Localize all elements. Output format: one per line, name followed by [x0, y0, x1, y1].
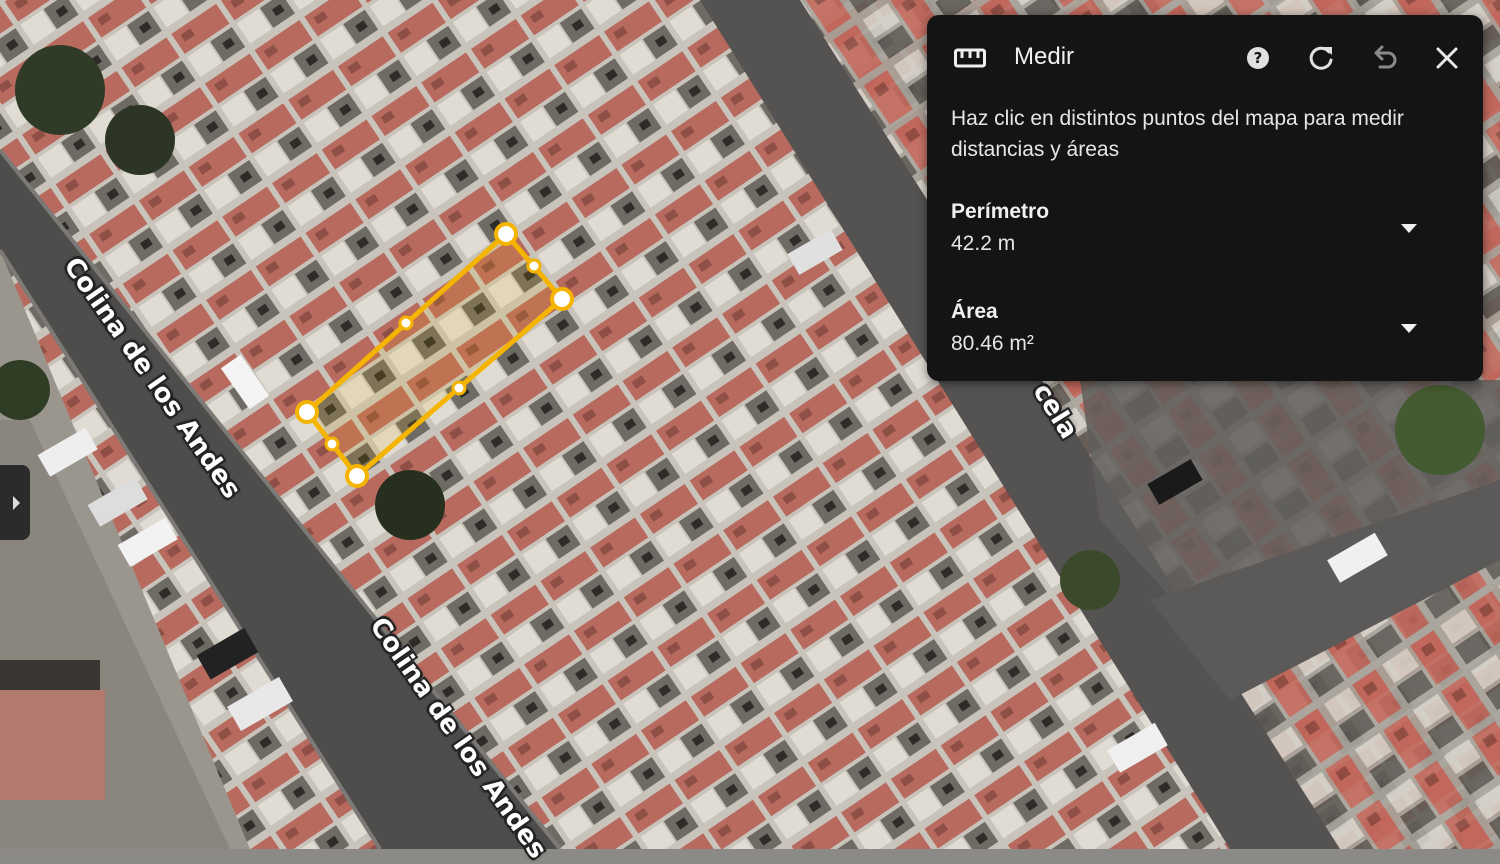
building-roof-shadow: [0, 660, 100, 690]
tree: [375, 470, 445, 540]
vertex-handle[interactable]: [494, 222, 518, 246]
midpoint-handle[interactable]: [526, 258, 542, 274]
close-icon: [1436, 47, 1458, 69]
help-icon: ?: [1247, 47, 1269, 69]
ruler-icon: [954, 48, 986, 68]
instructions-text: Haz clic en distintos puntos del mapa pa…: [951, 107, 1404, 161]
perimeter-section: Perímetro 42.2 m: [951, 200, 1461, 256]
tree: [15, 45, 105, 135]
panel-header: Medir ?: [927, 15, 1483, 101]
tree: [105, 105, 175, 175]
refresh-button[interactable]: [1303, 40, 1339, 76]
measure-panel: Medir ? Haz clic en distintos puntos del…: [927, 15, 1483, 381]
building-roof: [0, 690, 105, 800]
area-value: 80.46 m²: [951, 332, 1034, 355]
chevron-right-icon: [12, 495, 20, 510]
perimeter-label: Perímetro: [951, 200, 1050, 223]
area-section: Área 80.46 m²: [951, 300, 1461, 356]
perimeter-value: 42.2 m: [951, 232, 1016, 255]
area-units-dropdown[interactable]: [1401, 324, 1417, 333]
midpoint-handle[interactable]: [324, 436, 340, 452]
svg-text:?: ?: [1254, 49, 1263, 67]
undo-icon: [1374, 45, 1397, 69]
help-button[interactable]: ?: [1240, 40, 1276, 76]
tree: [1395, 385, 1485, 475]
area-label: Área: [951, 300, 998, 323]
undo-button[interactable]: [1366, 40, 1402, 76]
close-button[interactable]: [1429, 40, 1465, 76]
vertex-handle[interactable]: [345, 464, 369, 488]
midpoint-handle[interactable]: [451, 380, 467, 396]
perimeter-units-dropdown[interactable]: [1401, 224, 1417, 233]
side-panel-toggle[interactable]: [0, 465, 30, 540]
tree: [1060, 550, 1120, 610]
vertex-handle[interactable]: [550, 287, 574, 311]
refresh-icon: [1309, 46, 1333, 70]
vertex-handle[interactable]: [295, 400, 319, 424]
panel-title: Medir: [1014, 43, 1075, 70]
midpoint-handle[interactable]: [398, 315, 414, 331]
